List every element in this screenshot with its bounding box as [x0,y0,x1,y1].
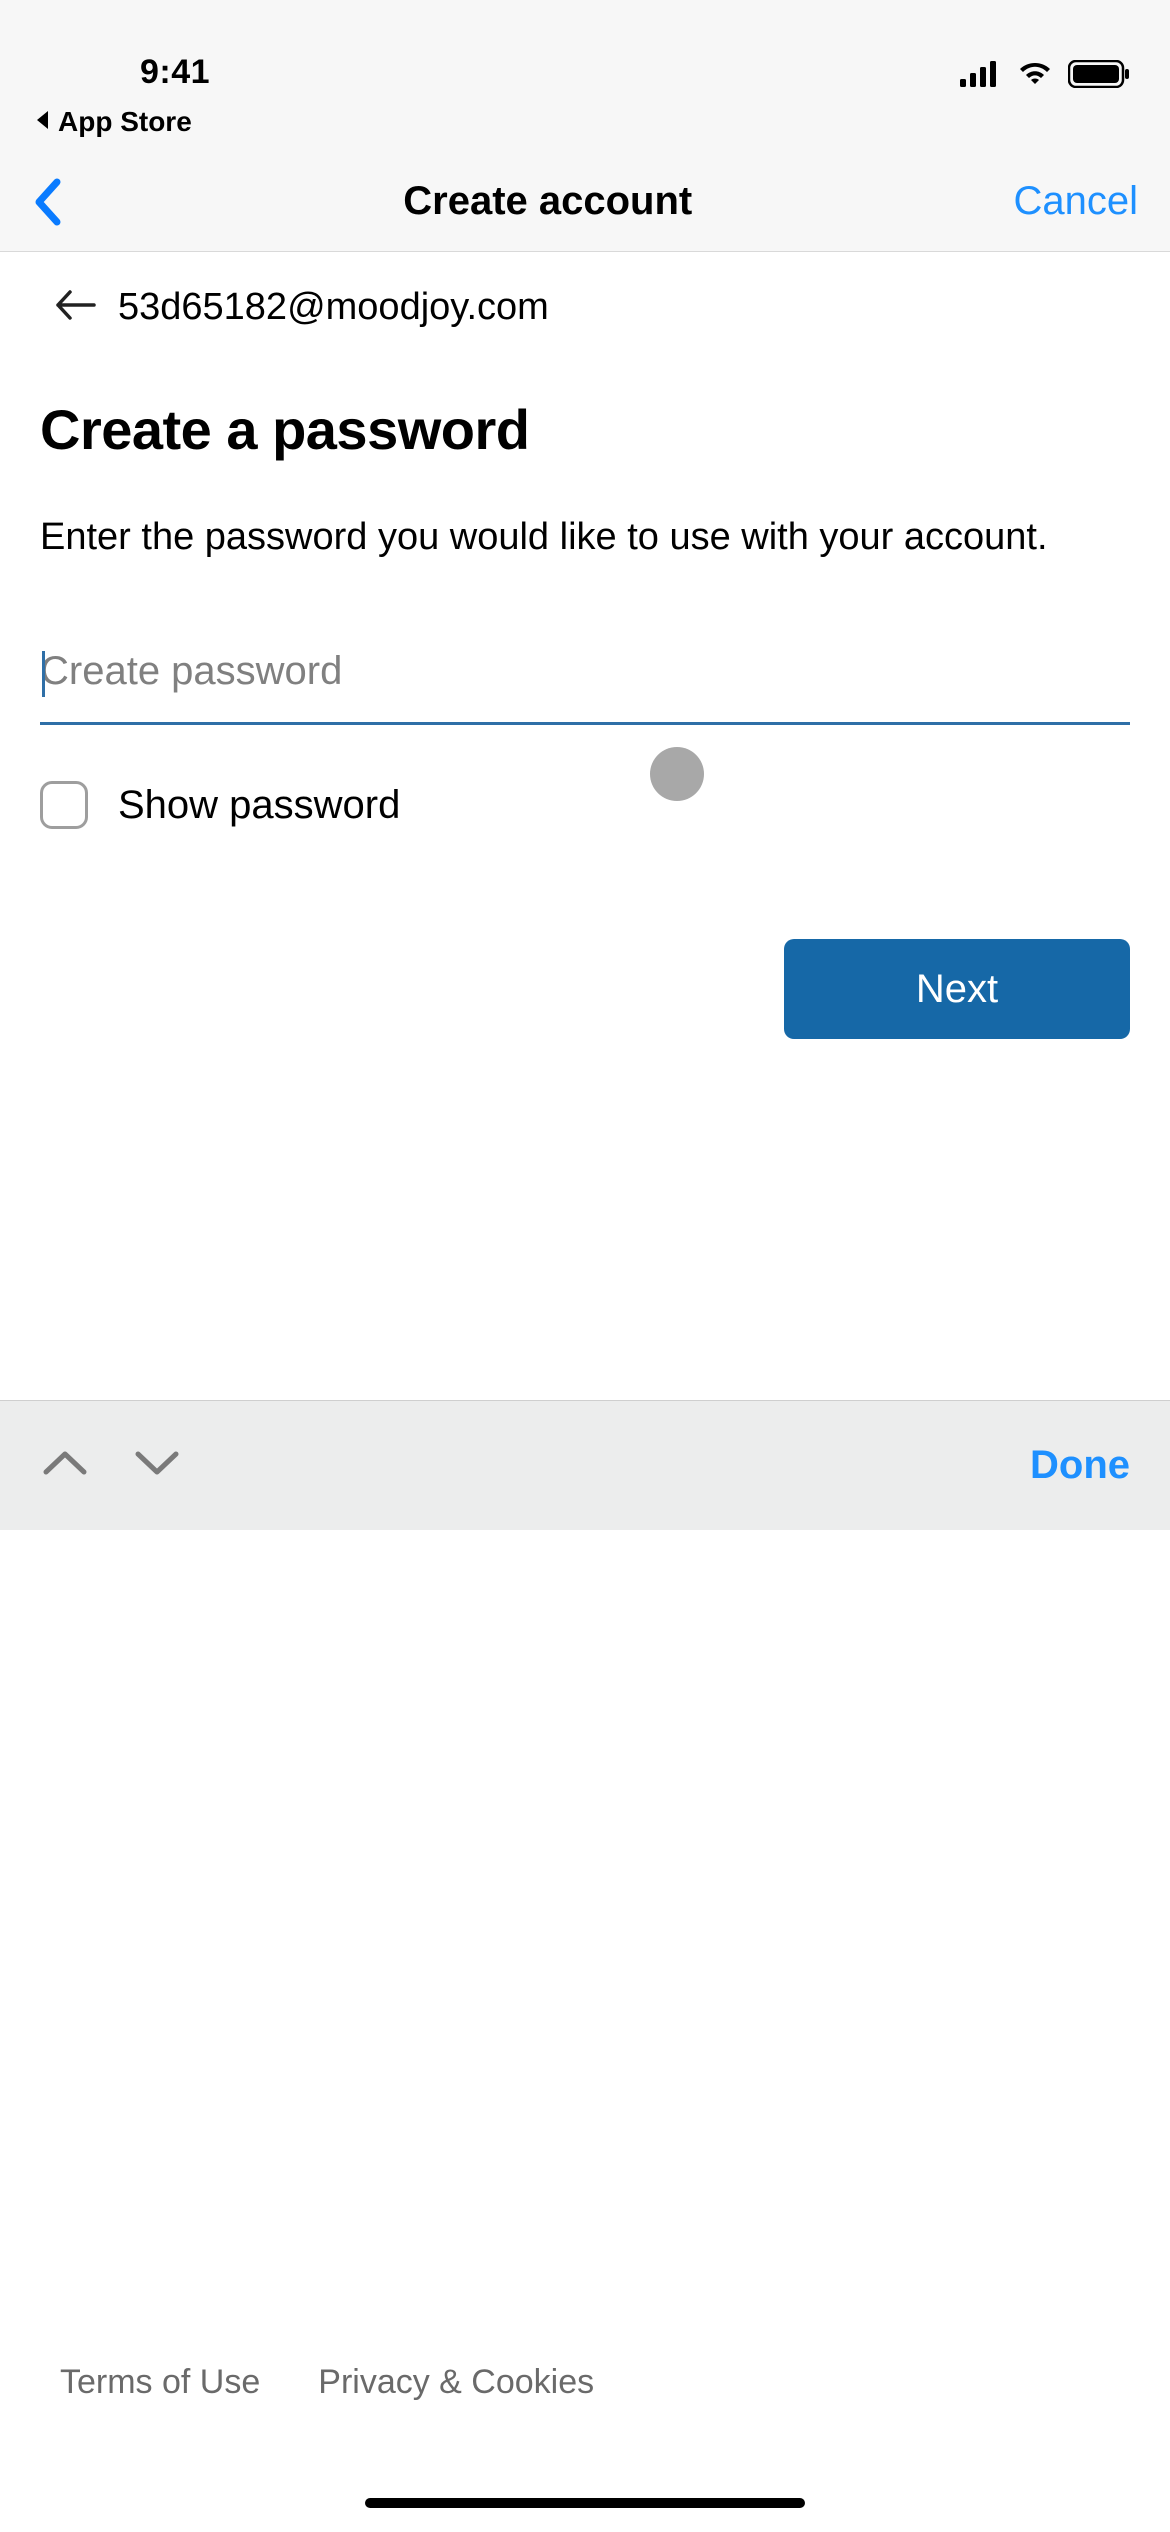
triangle-left-icon [34,109,52,136]
privacy-link[interactable]: Privacy & Cookies [318,2363,594,2402]
show-password-checkbox[interactable] [40,781,88,829]
nav-title: Create account [82,179,1013,224]
footer-links: Terms of Use Privacy & Cookies [60,2363,594,2402]
nav-bar: Create account Cancel [0,152,1170,252]
chevron-up-icon [40,1446,90,1480]
cancel-button[interactable]: Cancel [1013,179,1138,224]
email-back-row[interactable]: 53d65182@moodjoy.com [40,252,1130,353]
status-bar: 9:41 [0,0,1170,100]
wifi-icon [1016,60,1054,88]
show-password-label: Show password [118,783,400,828]
keyboard-accessory-bar: Done [0,1400,1170,1530]
battery-icon [1068,60,1130,88]
main-content: 53d65182@moodjoy.com Create a password E… [0,252,1170,1039]
arrow-left-icon [54,288,96,327]
home-indicator[interactable] [365,2498,805,2508]
breadcrumb-label: App Store [58,106,192,138]
text-cursor [42,651,45,697]
previous-field-button[interactable] [40,1446,90,1485]
next-button[interactable]: Next [784,939,1130,1039]
chevron-left-icon [32,178,62,226]
chevron-down-icon [132,1446,182,1480]
next-field-button[interactable] [132,1446,182,1485]
back-button[interactable] [32,178,82,226]
page-heading: Create a password [40,353,1130,462]
tooltip-indicator-icon [650,747,704,801]
done-button[interactable]: Done [1030,1443,1130,1488]
status-icons [960,60,1130,92]
breadcrumb-back[interactable]: App Store [0,100,1170,152]
password-input[interactable] [40,649,1130,725]
status-time: 9:41 [40,53,210,92]
cellular-signal-icon [960,61,1002,87]
page-subtext: Enter the password you would like to use… [40,462,1130,565]
terms-link[interactable]: Terms of Use [60,2363,260,2402]
email-display: 53d65182@moodjoy.com [118,286,549,329]
